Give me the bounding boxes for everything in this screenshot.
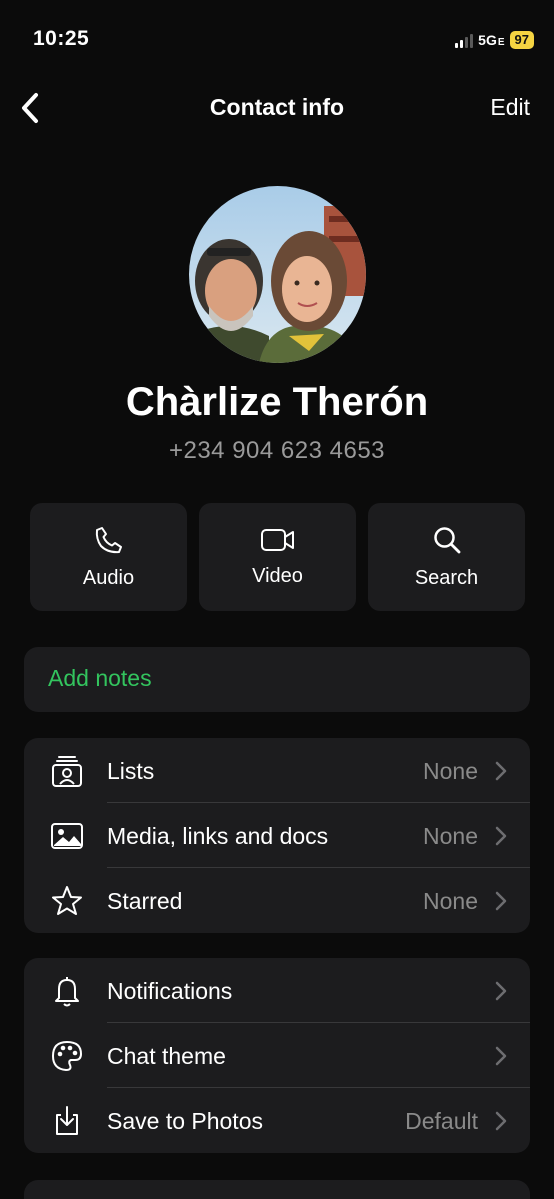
row-starred-value: None <box>423 888 478 914</box>
row-save-to-photos[interactable]: Save to Photos Default <box>24 1088 530 1153</box>
network-indicator: 5GE <box>478 32 504 48</box>
lists-icon <box>50 754 84 788</box>
chevron-right-icon <box>495 981 507 1001</box>
search-button[interactable]: Search <box>368 503 525 611</box>
row-lists-value: None <box>423 758 478 784</box>
network-type: 5G <box>478 32 497 48</box>
search-icon <box>433 526 460 553</box>
chevron-right-icon <box>495 891 507 911</box>
row-media-label: Media, links and docs <box>107 823 329 849</box>
battery-icon: 97 <box>509 31 534 49</box>
row-media-links-docs[interactable]: Media, links and docs None <box>24 803 530 868</box>
add-notes-label: Add notes <box>48 665 152 691</box>
save-download-icon <box>50 1104 84 1138</box>
row-save-label: Save to Photos <box>107 1108 263 1134</box>
row-lists[interactable]: Lists None <box>24 738 530 803</box>
row-lists-label: Lists <box>107 758 155 784</box>
image-icon <box>50 819 84 853</box>
network-suffix: E <box>497 37 505 48</box>
phone-icon <box>95 526 122 553</box>
media-group: Lists None Media, links and docs None St… <box>24 738 530 933</box>
row-chat-theme-label: Chat theme <box>107 1043 226 1069</box>
chevron-right-icon <box>495 1111 507 1131</box>
palette-icon <box>50 1039 84 1073</box>
avatar-photo <box>189 186 366 363</box>
bell-icon <box>50 974 84 1008</box>
add-notes-button[interactable]: Add notes <box>24 647 530 712</box>
contact-name: Chàrlize Therón <box>125 380 429 424</box>
row-notifications[interactable]: Notifications <box>24 958 530 1023</box>
avatar[interactable] <box>189 186 366 363</box>
row-save-value: Default <box>405 1108 478 1134</box>
video-icon <box>260 528 294 551</box>
chevron-right-icon <box>495 826 507 846</box>
contact-phone[interactable]: +234 904 623 4653 <box>0 437 554 465</box>
chevron-right-icon <box>495 761 507 781</box>
action-buttons: Audio Video Search <box>30 503 525 611</box>
search-label: Search <box>414 566 479 589</box>
row-notifications-label: Notifications <box>107 978 233 1004</box>
settings-group: Notifications Chat theme Save to Photos … <box>24 958 530 1153</box>
row-chat-theme[interactable]: Chat theme <box>24 1023 530 1088</box>
video-call-button[interactable]: Video <box>199 503 356 611</box>
chevron-right-icon <box>495 1046 507 1066</box>
star-icon <box>50 884 84 918</box>
row-starred-label: Starred <box>107 888 183 914</box>
status-indicators: 5GE 97 <box>455 31 534 49</box>
row-starred[interactable]: Starred None <box>24 868 530 933</box>
edit-button[interactable]: Edit <box>490 94 530 121</box>
page-title: Contact info <box>209 94 345 120</box>
next-group-partial <box>24 1180 530 1199</box>
audio-label: Audio <box>82 566 135 589</box>
status-bar: 10:25 5GE 97 <box>0 0 554 80</box>
row-media-value: None <box>423 823 478 849</box>
audio-call-button[interactable]: Audio <box>30 503 187 611</box>
nav-bar: Contact info Edit <box>0 80 554 136</box>
signal-icon <box>455 33 474 48</box>
status-time: 10:25 <box>33 27 90 50</box>
video-label: Video <box>252 564 303 587</box>
